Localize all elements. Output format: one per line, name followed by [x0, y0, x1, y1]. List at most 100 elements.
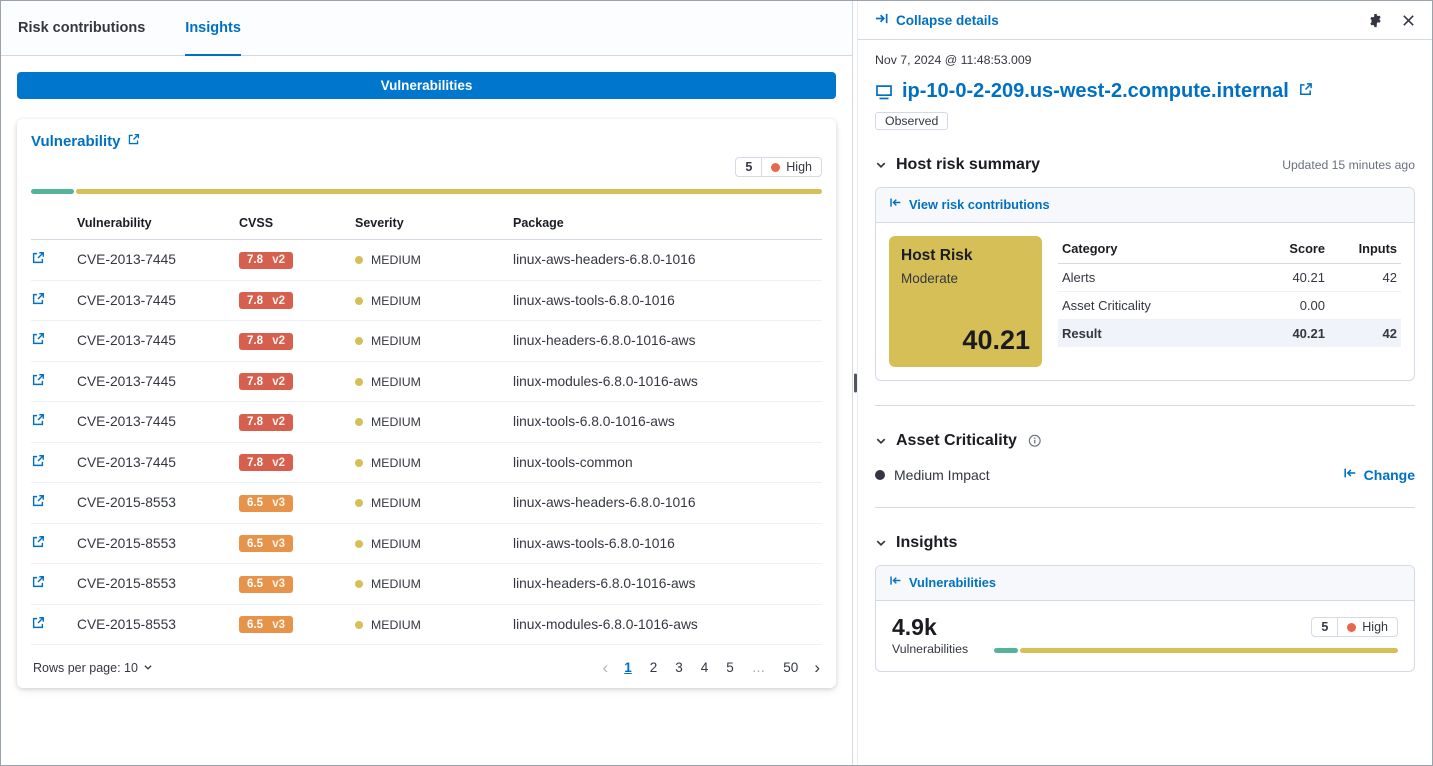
cvss-badge: 7.8v2 — [239, 292, 293, 309]
chevron-down-icon[interactable] — [875, 435, 887, 447]
vuln-table-body: CVE-2013-7445 7.8v2 MEDIUM linux-aws-hea… — [31, 240, 822, 645]
high-severity-dot — [1347, 623, 1356, 632]
vulnerability-title-link[interactable]: Vulnerability — [31, 133, 140, 150]
vulnerability-id: CVE-2013-7445 — [77, 402, 239, 443]
package-name: linux-aws-tools-6.8.0-1016 — [513, 280, 822, 321]
panel-resize-handle[interactable] — [852, 1, 858, 765]
insights-title: Insights — [896, 534, 957, 552]
cvss-score: 7.8 — [247, 335, 263, 347]
risk-column-score: Score — [1239, 236, 1329, 264]
severity-label: MEDIUM — [371, 496, 421, 510]
pagination-page-1[interactable]: 1 — [622, 659, 634, 676]
vulnerabilities-count-block: 4.9k Vulnerabilities — [892, 614, 968, 656]
cvss-score: 7.8 — [247, 376, 263, 388]
cvss-version: v2 — [272, 457, 285, 469]
vulnerabilities-count-label: Vulnerabilities — [892, 642, 968, 656]
open-vulnerability-icon[interactable] — [31, 577, 45, 592]
open-vulnerability-icon[interactable] — [31, 334, 45, 349]
risk-category: Result — [1058, 320, 1239, 348]
open-vulnerability-icon[interactable] — [31, 537, 45, 552]
pagination-page-4[interactable]: 4 — [699, 659, 711, 676]
external-link-icon[interactable] — [1298, 82, 1313, 102]
column-package: Package — [513, 210, 822, 240]
package-name: linux-headers-6.8.0-1016-aws — [513, 321, 822, 362]
gear-icon[interactable] — [1368, 13, 1383, 28]
severity-distribution-bar — [31, 189, 822, 194]
vulnerabilities-panel-label: Vulnerabilities — [909, 575, 996, 590]
pagination-next-button[interactable]: › — [814, 659, 820, 676]
distribution-segment-low — [994, 648, 1018, 653]
left-panel-body: Vulnerabilities Vulnerability 5 High — [1, 56, 852, 704]
vulnerability-id: CVE-2013-7445 — [77, 280, 239, 321]
risk-updated-note: Updated 15 minutes ago — [1282, 158, 1415, 172]
asset-criticality-row: Medium Impact Change — [875, 466, 1415, 483]
change-criticality-button[interactable]: Change — [1343, 466, 1415, 483]
change-criticality-label: Change — [1364, 467, 1415, 483]
pagination-page-5[interactable]: 5 — [724, 659, 736, 676]
section-divider — [875, 405, 1415, 406]
tab-risk-contributions[interactable]: Risk contributions — [18, 1, 145, 56]
chevron-down-icon[interactable] — [875, 159, 887, 171]
cvss-version: v2 — [272, 254, 285, 266]
severity-count: 5 — [1312, 618, 1338, 636]
cvss-version: v3 — [272, 538, 285, 550]
risk-score: 40.21 — [1239, 320, 1329, 348]
insights-panel-header: Vulnerabilities — [876, 566, 1414, 601]
column-vulnerability: Vulnerability — [77, 210, 239, 240]
risk-inputs: 42 — [1329, 320, 1401, 348]
cvss-score: 6.5 — [247, 578, 263, 590]
host-name-link[interactable]: ip-10-0-2-209.us-west-2.compute.internal — [902, 80, 1289, 103]
cvss-version: v3 — [272, 578, 285, 590]
tab-insights[interactable]: Insights — [185, 1, 241, 56]
open-vulnerability-icon[interactable] — [31, 496, 45, 511]
vulnerabilities-panel-link[interactable]: Vulnerabilities — [889, 574, 996, 590]
insights-section-header: Insights — [875, 534, 1415, 552]
cvss-badge: 6.5v3 — [239, 616, 293, 633]
table-row: CVE-2013-7445 7.8v2 MEDIUM linux-modules… — [31, 361, 822, 402]
table-row: CVE-2015-8553 6.5v3 MEDIUM linux-modules… — [31, 604, 822, 645]
host-risk-score-card: Host Risk Moderate 40.21 — [889, 236, 1042, 367]
collapse-details-button[interactable]: Collapse details — [874, 11, 999, 29]
view-risk-contributions-link[interactable]: View risk contributions — [889, 196, 1050, 212]
risk-table-row: Asset Criticality 0.00 — [1058, 292, 1401, 320]
vulnerability-id: CVE-2013-7445 — [77, 240, 239, 281]
vulnerability-table: Vulnerability CVSS Severity Package CVE-… — [31, 210, 822, 645]
pagination-page-50[interactable]: 50 — [781, 659, 800, 676]
open-vulnerability-icon[interactable] — [31, 456, 45, 471]
info-icon[interactable] — [1028, 434, 1042, 448]
pagination-page-3[interactable]: 3 — [673, 659, 685, 676]
rows-per-page-label: Rows per page: 10 — [33, 661, 138, 675]
rows-per-page-selector[interactable]: Rows per page: 10 — [33, 660, 153, 675]
host-risk-summary-title: Host risk summary — [896, 156, 1040, 174]
table-row: CVE-2015-8553 6.5v3 MEDIUM linux-headers… — [31, 564, 822, 605]
risk-inputs — [1329, 292, 1401, 320]
risk-contribution-table: Category Score Inputs Alerts 40.21 42 As… — [1058, 236, 1401, 347]
flyout-header: Collapse details — [858, 1, 1432, 40]
insights-right-block: 5 High — [994, 617, 1398, 653]
open-vulnerability-icon[interactable] — [31, 415, 45, 430]
host-risk-score: 40.21 — [962, 325, 1030, 356]
package-name: linux-aws-headers-6.8.0-1016 — [513, 483, 822, 524]
cvss-badge: 7.8v2 — [239, 373, 293, 390]
risk-summary-panel: View risk contributions Host Risk Modera… — [875, 187, 1415, 381]
host-icon — [875, 83, 893, 101]
pagination-prev-button[interactable]: ‹ — [603, 659, 609, 676]
open-vulnerability-icon[interactable] — [31, 618, 45, 633]
open-vulnerability-icon[interactable] — [31, 294, 45, 309]
vulnerability-id: CVE-2015-8553 — [77, 564, 239, 605]
severity-label: MEDIUM — [371, 537, 421, 551]
table-row: CVE-2013-7445 7.8v2 MEDIUM linux-aws-too… — [31, 280, 822, 321]
chevron-down-icon[interactable] — [875, 537, 887, 549]
table-row: CVE-2015-8553 6.5v3 MEDIUM linux-aws-hea… — [31, 483, 822, 524]
cvss-version: v3 — [272, 619, 285, 631]
open-vulnerability-icon[interactable] — [31, 253, 45, 268]
chevron-down-icon — [143, 660, 153, 675]
cvss-badge: 6.5v3 — [239, 535, 293, 552]
vulnerabilities-button[interactable]: Vulnerabilities — [17, 72, 836, 99]
open-vulnerability-icon[interactable] — [31, 375, 45, 390]
pagination-page-2[interactable]: 2 — [648, 659, 660, 676]
severity-dot — [355, 540, 363, 548]
close-icon[interactable] — [1401, 13, 1416, 28]
cvss-version: v2 — [272, 335, 285, 347]
severity-dot — [355, 256, 363, 264]
